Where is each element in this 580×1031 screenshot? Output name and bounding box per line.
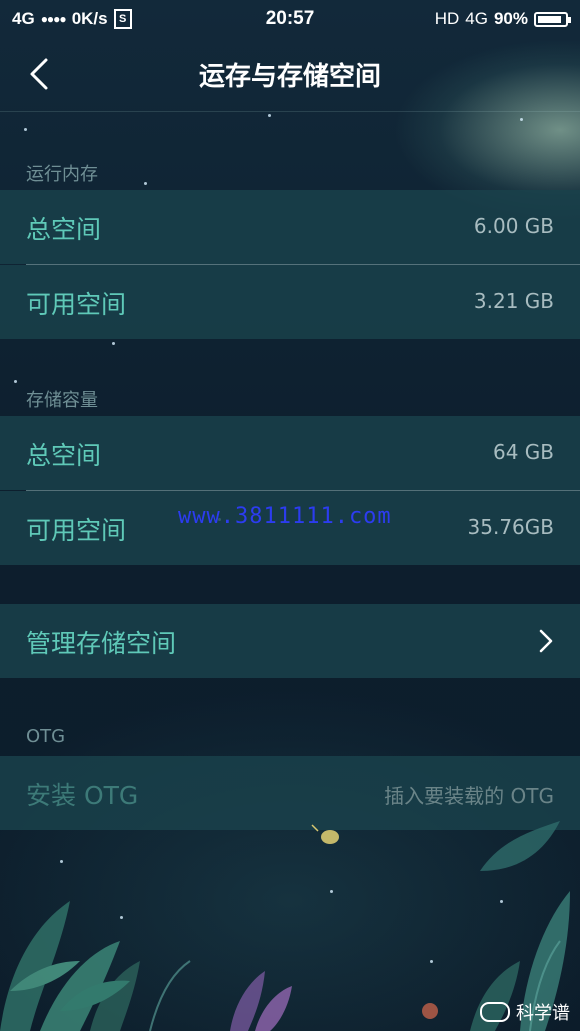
title-bar: 运存与存储空间: [0, 38, 580, 112]
watermark-text: www.3811111.com: [178, 504, 392, 529]
ram-available-label: 可用空间: [26, 290, 127, 319]
sim-icon: S: [113, 9, 132, 29]
brand-logo-icon: [480, 1002, 510, 1022]
brand-watermark: 科学谱: [480, 999, 570, 1025]
network-type-label: 4G: [12, 9, 35, 28]
storage-available-label: 可用空间: [26, 516, 127, 545]
network-speed: 0K/s: [71, 9, 108, 28]
otg-section-label: OTG: [26, 726, 66, 747]
ram-available-row: 可用空间 3.21 GB: [0, 265, 580, 339]
network-type-right: 4G: [465, 9, 488, 28]
storage-available-value: 35.76GB: [467, 515, 554, 539]
status-bar: 4G ●●●● 0K/s S 20:57 HD 4G 90%: [0, 0, 580, 38]
storage-total-value: 64 GB: [492, 440, 554, 464]
manage-storage-row[interactable]: 管理存储空间: [0, 604, 580, 678]
clock: 20:57: [265, 8, 315, 29]
storage-total-label: 总空间: [26, 441, 102, 470]
hd-indicator: HD: [434, 9, 460, 28]
signal-strength-icon: ●●●●: [40, 12, 67, 26]
install-otg-hint: 插入要装载的 OTG: [384, 784, 554, 808]
storage-section-label: 存储容量: [26, 390, 98, 411]
ram-total-value: 6.00 GB: [473, 214, 554, 238]
battery-percent: 90%: [493, 9, 528, 28]
chevron-right-icon: [539, 629, 553, 653]
manage-storage-label: 管理存储空间: [26, 629, 177, 658]
ram-section-label: 运行内存: [26, 164, 98, 185]
install-otg-label: 安装 OTG: [26, 781, 139, 810]
ram-available-value: 3.21 GB: [473, 289, 554, 313]
ram-total-label: 总空间: [26, 215, 102, 244]
battery-icon: [534, 11, 571, 27]
brand-name: 科学谱: [516, 1003, 570, 1024]
foliage-illustration: [0, 821, 570, 1031]
page-title: 运存与存储空间: [198, 62, 381, 92]
storage-total-row: 总空间 64 GB: [0, 416, 580, 490]
header-divider: [0, 111, 580, 112]
ram-total-row: 总空间 6.00 GB: [0, 190, 580, 264]
